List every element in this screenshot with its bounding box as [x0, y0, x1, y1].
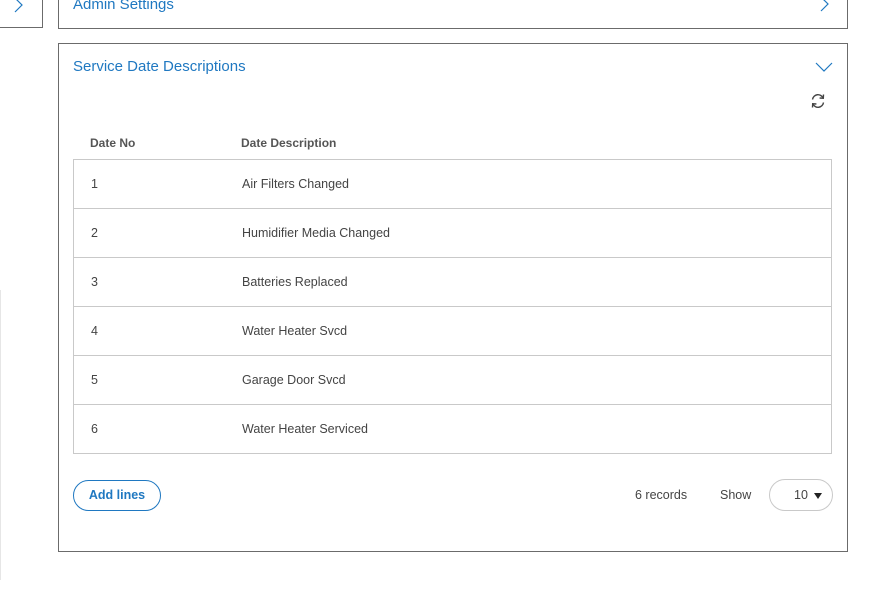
service-date-descriptions-panel: Service Date Descriptions Date No Date D…	[58, 43, 848, 552]
add-lines-button[interactable]: Add lines	[73, 480, 161, 511]
chevron-right-icon	[14, 0, 23, 13]
page-size-select[interactable]: 10	[769, 479, 833, 511]
chevron-right-icon[interactable]	[815, 0, 833, 13]
chevron-down-icon[interactable]	[815, 58, 833, 76]
table-row[interactable]: 4 Water Heater Svcd	[74, 306, 831, 355]
date-description-cell: Water Heater Serviced	[242, 422, 368, 436]
collapsed-sidebar-panel[interactable]	[0, 0, 43, 28]
table-row[interactable]: 5 Garage Door Svcd	[74, 355, 831, 404]
date-description-cell: Humidifier Media Changed	[242, 226, 390, 240]
show-label: Show	[720, 488, 752, 502]
page-size-value: 10	[794, 488, 808, 502]
divider	[0, 290, 1, 580]
table-row[interactable]: 2 Humidifier Media Changed	[74, 208, 831, 257]
date-description-cell: Water Heater Svcd	[242, 324, 348, 338]
panel-title[interactable]: Service Date Descriptions	[73, 58, 246, 75]
records-count: 6 records	[635, 488, 688, 502]
date-no-cell: 6	[91, 422, 98, 436]
admin-settings-title[interactable]: Admin Settings	[73, 0, 174, 13]
column-header-date-description[interactable]: Date Description	[241, 136, 336, 150]
table-header: Date No Date Description	[73, 136, 831, 156]
table-row[interactable]: 6 Water Heater Serviced	[74, 404, 831, 453]
table-row[interactable]: 3 Batteries Replaced	[74, 257, 831, 306]
date-no-cell: 2	[91, 226, 98, 240]
date-description-cell: Air Filters Changed	[242, 177, 349, 191]
table-body: 1 Air Filters Changed 2 Humidifier Media…	[73, 159, 832, 454]
caret-down-icon	[814, 493, 822, 499]
date-description-cell: Batteries Replaced	[242, 275, 348, 289]
date-description-cell: Garage Door Svcd	[242, 373, 346, 387]
date-no-cell: 3	[91, 275, 98, 289]
refresh-icon[interactable]	[809, 92, 827, 110]
table-row[interactable]: 1 Air Filters Changed	[74, 160, 831, 208]
date-no-cell: 1	[91, 177, 98, 191]
date-no-cell: 4	[91, 324, 98, 338]
date-no-cell: 5	[91, 373, 98, 387]
admin-settings-panel[interactable]: Admin Settings	[58, 0, 848, 29]
column-header-date-no[interactable]: Date No	[90, 136, 135, 150]
